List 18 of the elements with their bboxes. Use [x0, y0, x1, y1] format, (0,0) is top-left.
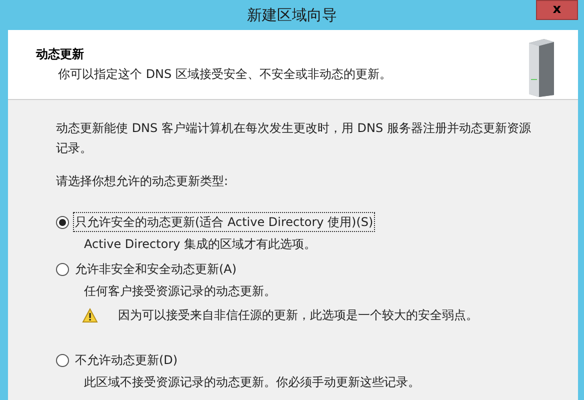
warning-icon: [82, 308, 98, 322]
radio-button[interactable]: [56, 262, 69, 276]
radio-label[interactable]: 不允许动态更新(D): [73, 350, 180, 370]
radio-label[interactable]: 允许非安全和安全动态更新(A): [73, 259, 239, 279]
window-title: 新建区域向导: [247, 4, 337, 26]
page-subtitle: 你可以指定这个 DNS 区域接受安全、不安全或非动态的更新。: [58, 66, 392, 83]
page-title: 动态更新: [36, 46, 85, 63]
warning-text: 因为可以接受来自非信任源的更新，此选项是一个较大的安全弱点。: [118, 307, 478, 324]
option-description: Active Directory 集成的区域才有此选项。: [84, 236, 318, 253]
option-description: 任何客户接受资源记录的动态更新。: [84, 283, 277, 300]
close-button[interactable]: x: [536, 0, 578, 20]
intro-text: 动态更新能使 DNS 客户端计算机在每次发生更改时，用 DNS 服务器注册并动态更新资源记录。: [56, 120, 532, 157]
radio-label[interactable]: 只允许安全的动态更新(适合 Active Directory 使用)(S): [73, 212, 376, 232]
option-description: 此区域不接受资源记录的动态更新。你必须手动更新这些记录。: [84, 374, 421, 391]
radio-button[interactable]: [56, 216, 69, 228]
radio-button[interactable]: [56, 354, 69, 366]
server-icon: [526, 39, 556, 97]
prompt-text: 请选择你想允许的动态更新类型:: [56, 173, 230, 190]
